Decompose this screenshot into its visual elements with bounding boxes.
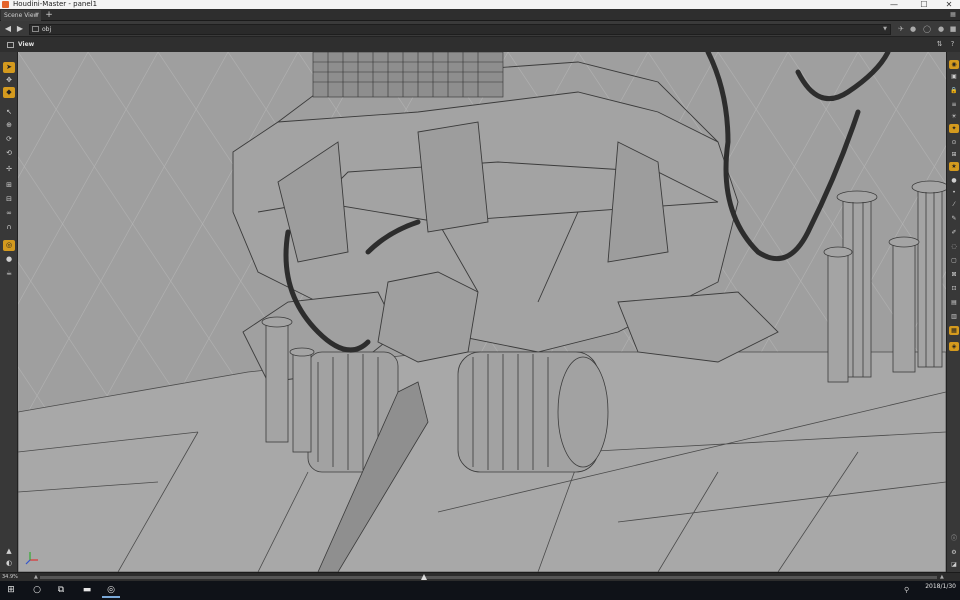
context-icon	[32, 26, 39, 32]
box6-icon[interactable]: ▦	[949, 326, 959, 335]
add-tab-button[interactable]: +	[44, 9, 54, 21]
transform-icon[interactable]: ✥	[3, 75, 15, 86]
snap2-icon[interactable]: ⊟	[3, 194, 15, 205]
light-icon[interactable]: ☀	[949, 112, 959, 121]
tab-dropdown-icon[interactable]: ▼	[35, 10, 39, 21]
snap-icon[interactable]: ⊞	[3, 180, 15, 191]
view-tab-label: View	[18, 41, 35, 48]
search-icon[interactable]: ◯	[922, 24, 932, 34]
rotate2-icon[interactable]: ⟲	[3, 148, 15, 159]
pane-menu-icon[interactable]: ▦	[948, 10, 958, 20]
timeline-left-icon[interactable]: ▲	[34, 574, 38, 580]
window-titlebar: Houdini-Master - panel1 — ☐ ✕	[0, 0, 960, 9]
sphere-icon[interactable]: ●	[3, 254, 15, 265]
windows-start-icon[interactable]: ⊞	[2, 583, 20, 598]
viewport-canvas[interactable]	[18, 52, 946, 572]
camera-icon[interactable]: ▲	[3, 546, 15, 557]
box-icon[interactable]: ▢	[949, 256, 959, 265]
move-icon[interactable]: ✢	[3, 164, 15, 175]
path-bar: ◀ ▶ obj ▼ ✈ ● ◯ ● ■	[0, 21, 960, 37]
pin-icon[interactable]: ✈	[896, 24, 906, 34]
brush2-icon[interactable]: ✐	[949, 228, 959, 237]
target-icon[interactable]: ◎	[3, 240, 15, 251]
square-icon[interactable]: ■	[948, 24, 958, 34]
path-dropdown-icon[interactable]: ▼	[883, 25, 887, 34]
close-button[interactable]: ✕	[940, 0, 958, 9]
pane-tabbar: Scene View ▼ + ▦	[0, 9, 960, 21]
info-icon[interactable]: ⓘ	[949, 534, 959, 543]
dot-small-icon[interactable]: •	[949, 188, 959, 197]
settings-icon[interactable]: ⚙	[949, 548, 959, 557]
magnet-icon[interactable]: ∩	[3, 222, 15, 233]
help-icon[interactable]: ?	[947, 39, 958, 50]
select-tool-icon[interactable]: ➤	[3, 62, 15, 73]
grid-icon[interactable]: ⊞	[949, 150, 959, 159]
handle-icon[interactable]: ◆	[3, 87, 15, 98]
file-explorer-icon[interactable]: ▬	[78, 583, 96, 598]
star-icon[interactable]: ★	[949, 162, 959, 171]
wand-icon[interactable]: ⁄	[949, 200, 959, 209]
bottom-icon[interactable]: ◪	[949, 560, 959, 569]
clock[interactable]: 2018/1/30	[916, 581, 956, 600]
box2-icon[interactable]: ⊠	[949, 270, 959, 279]
scene-viewport[interactable]	[18, 52, 946, 572]
houdini-taskbar-icon[interactable]: ◎	[102, 583, 120, 598]
eye-icon[interactable]: ◌	[949, 242, 959, 251]
forward-button[interactable]: ▶	[14, 23, 26, 35]
tab-label: Scene View	[4, 12, 39, 19]
window-title: Houdini-Master - panel1	[13, 0, 98, 8]
minimize-button[interactable]: —	[885, 0, 903, 9]
maximize-button[interactable]: ☐	[915, 0, 933, 9]
timeline-bar: 34.9% ▲ ▲	[0, 572, 960, 581]
brush-icon[interactable]: ✎	[949, 214, 959, 223]
camera-view-icon[interactable]: ⊙	[949, 138, 959, 147]
box4-icon[interactable]: ▤	[949, 298, 959, 307]
teapot-icon[interactable]: ☕	[3, 268, 15, 279]
right-toolbar: ◉ ▣ 🔒 ≡ ☀ ✦ ⊙ ⊞ ★ ● • ⁄ ✎ ✐ ◌ ▢ ⊠ ⊡ ▤ ▥ …	[946, 52, 960, 572]
box7-icon[interactable]: ◈	[949, 342, 959, 351]
pose-icon[interactable]: ↖	[3, 107, 15, 118]
box5-icon[interactable]: ▥	[949, 312, 959, 321]
network-icon[interactable]: ⚲	[904, 585, 914, 595]
wireframe-model	[232, 61, 779, 383]
timeline-track[interactable]	[40, 576, 937, 579]
timeline-right-icon[interactable]: ▲	[940, 574, 944, 580]
back-button[interactable]: ◀	[2, 23, 14, 35]
task-view-icon[interactable]: ⧉	[52, 583, 70, 598]
network-path-field[interactable]: obj ▼	[29, 24, 891, 35]
path-value: obj	[42, 26, 52, 33]
dense-mesh-top	[312, 52, 504, 98]
link-icon[interactable]: ●	[908, 24, 918, 34]
os-taskbar: ⊞ ○ ⧉ ▬ ◎ ⚲ 2018/1/30	[0, 581, 960, 600]
display-icon[interactable]: ◉	[949, 60, 959, 69]
view-icon	[7, 42, 14, 48]
box3-icon[interactable]: ⊡	[949, 284, 959, 293]
layers-icon[interactable]: ≡	[949, 100, 959, 109]
rotate-icon[interactable]: ⟳	[3, 134, 15, 145]
shading-icon[interactable]: ▣	[949, 72, 959, 81]
view-options-icon[interactable]: ◐	[3, 558, 15, 569]
light2-icon[interactable]: ✦	[949, 124, 959, 133]
dot-icon[interactable]: ●	[936, 24, 946, 34]
sphere2-icon[interactable]: ●	[949, 176, 959, 185]
viewer-header: View ⇅ ?	[0, 37, 960, 52]
houdini-app-icon	[2, 1, 9, 8]
tab-scene-view[interactable]: Scene View ▼	[1, 10, 41, 21]
scale-icon[interactable]: ⊕	[3, 120, 15, 131]
layout-icon[interactable]: ⇅	[934, 39, 945, 50]
lasso-icon[interactable]: ∞	[3, 208, 15, 219]
lock-icon[interactable]: 🔒	[949, 86, 959, 95]
search-circle-icon[interactable]: ○	[28, 583, 46, 598]
clock-date: 2018/1/30	[925, 583, 956, 590]
tab-view[interactable]: View	[4, 39, 64, 51]
left-toolbar: ➤ ✥ ◆ ↖ ⊕ ⟳ ⟲ ✢ ⊞ ⊟ ∞ ∩ ◎ ● ☕ ▲ ◐	[0, 52, 18, 572]
